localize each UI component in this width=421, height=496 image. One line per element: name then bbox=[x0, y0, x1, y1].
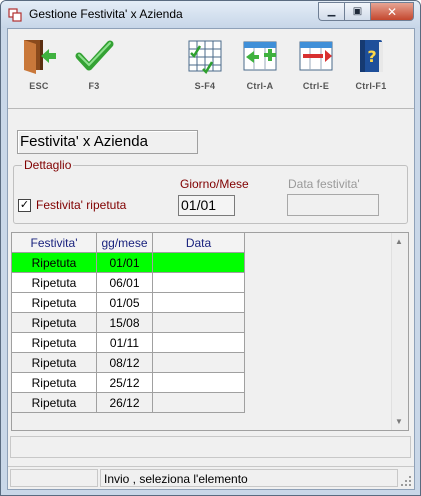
data-festivita-field[interactable] bbox=[287, 194, 379, 216]
cell-data bbox=[153, 313, 245, 333]
app-icon bbox=[8, 8, 22, 22]
maximize-button[interactable]: ▣ bbox=[344, 2, 370, 21]
cell-festivita: Ripetuta bbox=[12, 293, 97, 313]
status-panel-left bbox=[10, 469, 98, 487]
grid-vertical-scrollbar[interactable]: ▲ ▼ bbox=[391, 233, 408, 430]
title-bar[interactable]: Gestione Festivita' x Azienda ▁ ▣ ✕ bbox=[1, 1, 420, 28]
cell-gg-mese: 15/08 bbox=[97, 313, 153, 333]
close-icon: ✕ bbox=[386, 4, 398, 19]
grid-check-icon bbox=[188, 40, 222, 75]
cell-data bbox=[153, 373, 245, 393]
toolbar: ESC F3 S-F4 Ctrl-A Ctrl-E ? Ctrl-F1 bbox=[8, 29, 414, 109]
festivita-grid: Festivita' gg/mese Data Ripetuta 01/01 R… bbox=[11, 232, 409, 431]
giorno-mese-label: Giorno/Mese bbox=[180, 177, 249, 191]
festivita-ripetuta-checkbox-row[interactable]: ✓ Festivita' ripetuta bbox=[18, 198, 126, 212]
remove-row-icon bbox=[299, 41, 333, 71]
status-text: Invio , seleziona l'elemento bbox=[100, 469, 398, 487]
cell-data bbox=[153, 253, 245, 273]
esc-button[interactable]: ESC bbox=[17, 37, 61, 103]
cell-festivita: Ripetuta bbox=[12, 273, 97, 293]
ctrl-e-button[interactable]: Ctrl-E bbox=[294, 37, 338, 103]
cell-data bbox=[153, 353, 245, 373]
cell-gg-mese: 26/12 bbox=[97, 393, 153, 413]
svg-text:?: ? bbox=[367, 47, 376, 66]
festivita-ripetuta-checkbox[interactable]: ✓ bbox=[18, 198, 31, 212]
cell-gg-mese: 01/05 bbox=[97, 293, 153, 313]
column-header-gg-mese[interactable]: gg/mese bbox=[97, 233, 153, 253]
cell-festivita: Ripetuta bbox=[12, 393, 97, 413]
ctrl-f1-button[interactable]: ? Ctrl-F1 bbox=[349, 37, 393, 103]
grid-header: Festivita' gg/mese Data bbox=[12, 233, 245, 253]
cell-festivita: Ripetuta bbox=[12, 313, 97, 333]
table-row[interactable]: Ripetuta 01/05 bbox=[12, 293, 245, 313]
dettaglio-legend: Dettaglio bbox=[22, 158, 74, 172]
minimize-button[interactable]: ▁ bbox=[318, 2, 344, 21]
cell-gg-mese: 01/11 bbox=[97, 333, 153, 353]
f3-button[interactable]: F3 bbox=[72, 37, 116, 103]
cell-festivita: Ripetuta bbox=[12, 353, 97, 373]
close-button[interactable]: ✕ bbox=[370, 2, 414, 21]
cell-festivita: Ripetuta bbox=[12, 333, 97, 353]
data-festivita-label: Data festivita' bbox=[288, 177, 360, 191]
column-header-festivita[interactable]: Festivita' bbox=[12, 233, 97, 253]
cell-festivita: Ripetuta bbox=[12, 373, 97, 393]
table-row[interactable]: Ripetuta 01/11 bbox=[12, 333, 245, 353]
bottom-panel bbox=[10, 436, 411, 458]
cell-gg-mese: 06/01 bbox=[97, 273, 153, 293]
table-row[interactable]: Ripetuta 06/01 bbox=[12, 273, 245, 293]
window-controls: ▁ ▣ ✕ bbox=[318, 2, 414, 21]
checkmark-small-icon: ✓ bbox=[19, 198, 30, 211]
s-f4-button[interactable]: S-F4 bbox=[183, 37, 227, 103]
checkmark-icon bbox=[75, 40, 114, 71]
maximize-icon: ▣ bbox=[352, 6, 363, 17]
cell-data bbox=[153, 393, 245, 413]
minimize-icon: ▁ bbox=[327, 6, 336, 17]
status-bar: Invio , seleziona l'elemento bbox=[8, 466, 414, 489]
column-header-data[interactable]: Data bbox=[153, 233, 245, 253]
cell-gg-mese: 01/01 bbox=[97, 253, 153, 273]
cell-gg-mese: 25/12 bbox=[97, 373, 153, 393]
scroll-down-icon[interactable]: ▼ bbox=[395, 417, 403, 426]
add-row-icon bbox=[243, 41, 277, 71]
exit-door-icon bbox=[24, 40, 56, 74]
cell-data bbox=[153, 273, 245, 293]
resize-grip-icon[interactable] bbox=[400, 475, 412, 487]
grid-body: Ripetuta 01/01 Ripetuta 06/01 Ripetuta 0… bbox=[12, 253, 245, 413]
table-row[interactable]: Ripetuta 01/01 bbox=[12, 253, 245, 273]
table-row[interactable]: Ripetuta 15/08 bbox=[12, 313, 245, 333]
app-window: Gestione Festivita' x Azienda ▁ ▣ ✕ ESC bbox=[0, 0, 421, 496]
cell-gg-mese: 08/12 bbox=[97, 353, 153, 373]
scroll-up-icon[interactable]: ▲ bbox=[395, 237, 403, 246]
table-row[interactable]: Ripetuta 25/12 bbox=[12, 373, 245, 393]
client-area: ESC F3 S-F4 Ctrl-A Ctrl-E ? Ctrl-F1 Fest… bbox=[7, 28, 415, 490]
cell-festivita: Ripetuta bbox=[12, 253, 97, 273]
ctrl-a-button[interactable]: Ctrl-A bbox=[238, 37, 282, 103]
window-title: Gestione Festivita' x Azienda bbox=[29, 7, 183, 21]
help-book-icon: ? bbox=[360, 40, 383, 72]
table-row[interactable]: Ripetuta 08/12 bbox=[12, 353, 245, 373]
panel-title: Festivita' x Azienda bbox=[17, 130, 198, 154]
cell-data bbox=[153, 333, 245, 353]
festivita-ripetuta-label: Festivita' ripetuta bbox=[36, 198, 127, 212]
giorno-mese-field[interactable]: 01/01 bbox=[178, 195, 235, 216]
cell-data bbox=[153, 293, 245, 313]
table-row[interactable]: Ripetuta 26/12 bbox=[12, 393, 245, 413]
